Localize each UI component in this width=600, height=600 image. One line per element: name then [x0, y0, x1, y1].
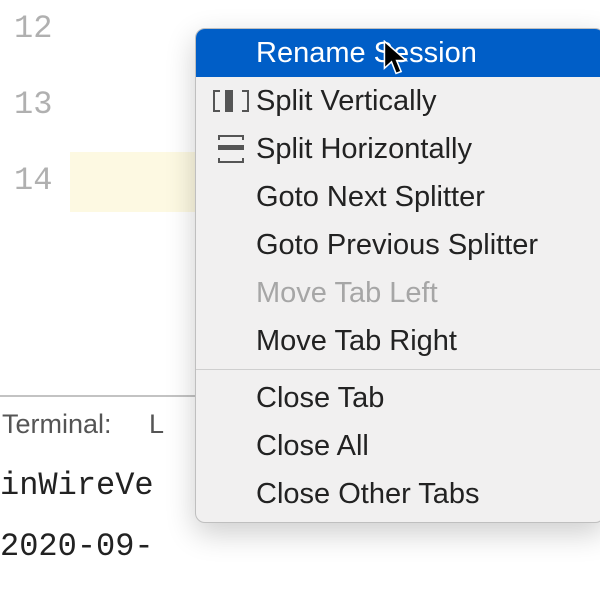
- menu-item-split-horizontally[interactable]: Split Horizontally: [196, 125, 600, 173]
- split-horizontal-icon: [206, 133, 256, 165]
- menu-separator: [196, 369, 600, 370]
- terminal-line: 2020-09-: [0, 528, 154, 565]
- menu-icon-blank: [206, 181, 256, 213]
- menu-item-label: Split Horizontally: [256, 133, 590, 166]
- menu-icon-blank: [206, 430, 256, 462]
- terminal-tab-context-menu[interactable]: Rename Session Split Vertically Split Ho…: [195, 28, 600, 523]
- menu-icon-blank: [206, 382, 256, 414]
- menu-item-label: Goto Previous Splitter: [256, 229, 590, 262]
- menu-item-rename-session[interactable]: Rename Session: [196, 29, 600, 77]
- menu-item-label: Goto Next Splitter: [256, 181, 590, 214]
- menu-item-label: Split Vertically: [256, 85, 590, 118]
- line-number: 12: [14, 10, 54, 47]
- menu-icon-blank: [206, 277, 256, 309]
- menu-icon-blank: [206, 229, 256, 261]
- menu-item-label: Rename Session: [256, 37, 590, 70]
- terminal-line: inWireVe: [0, 467, 154, 504]
- menu-item-close-tab[interactable]: Close Tab: [196, 374, 600, 422]
- split-vertical-icon: [206, 85, 256, 117]
- line-number: 14: [14, 162, 54, 199]
- menu-item-move-tab-right[interactable]: Move Tab Right: [196, 317, 600, 365]
- menu-item-label: Move Tab Left: [256, 277, 590, 310]
- menu-icon-blank: [206, 37, 256, 69]
- menu-item-label: Move Tab Right: [256, 325, 590, 358]
- line-number: 13: [14, 86, 54, 123]
- menu-item-label: Close Other Tabs: [256, 478, 590, 511]
- menu-item-label: Close Tab: [256, 382, 590, 415]
- terminal-tab-label[interactable]: L: [149, 409, 164, 439]
- menu-item-split-vertically[interactable]: Split Vertically: [196, 77, 600, 125]
- menu-item-goto-prev-splitter[interactable]: Goto Previous Splitter: [196, 221, 600, 269]
- editor-gutter: 12 13 14: [0, 0, 70, 395]
- menu-icon-blank: [206, 478, 256, 510]
- menu-item-move-tab-left: Move Tab Left: [196, 269, 600, 317]
- menu-item-close-all[interactable]: Close All: [196, 422, 600, 470]
- menu-item-close-other-tabs[interactable]: Close Other Tabs: [196, 470, 600, 518]
- menu-icon-blank: [206, 325, 256, 357]
- terminal-title: Terminal:: [2, 409, 112, 439]
- menu-item-label: Close All: [256, 430, 590, 463]
- menu-item-goto-next-splitter[interactable]: Goto Next Splitter: [196, 173, 600, 221]
